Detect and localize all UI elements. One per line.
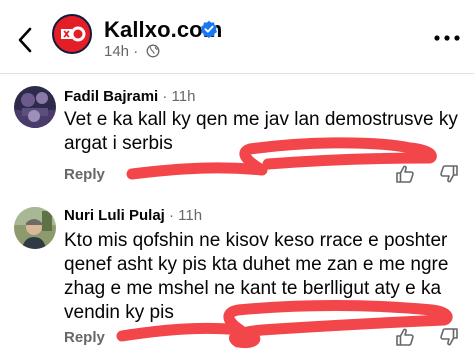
comment-text-line: qenef asht ky pis kta duhet me zan e me … xyxy=(64,254,449,275)
commenter-avatar[interactable] xyxy=(14,207,56,249)
commenter-avatar[interactable] xyxy=(14,86,56,128)
more-horizontal-icon[interactable] xyxy=(432,30,462,46)
thumbs-up-icon[interactable] xyxy=(394,163,416,185)
comment-text-line: zhag e me mshel ne kant te berlligut aty… xyxy=(64,278,442,299)
header-divider xyxy=(0,73,474,74)
thumbs-down-icon[interactable] xyxy=(438,326,460,348)
page-avatar[interactable] xyxy=(52,14,92,54)
comment-text-line: Kto mis qofshin ne kisov keso rrace e po… xyxy=(64,230,448,251)
reply-button[interactable]: Reply xyxy=(64,166,105,183)
comment-text-line: Vet e ka kall ky qen me jav lan demostru… xyxy=(64,109,458,130)
comment-text-line: vendin ky pis xyxy=(64,302,174,323)
thumbs-up-icon[interactable] xyxy=(394,326,416,348)
comment-time: · 11h xyxy=(162,88,196,105)
post-meta: 14h · xyxy=(104,43,160,60)
reply-button[interactable]: Reply xyxy=(64,329,105,346)
globe-icon xyxy=(146,44,160,58)
comment-text-line: argat i serbis xyxy=(64,133,173,154)
verified-badge-icon xyxy=(201,20,217,38)
comment-time: · 11h xyxy=(169,207,203,224)
thumbs-down-icon[interactable] xyxy=(438,163,460,185)
comment-author[interactable]: Nuri Luli Pulaj · 11h xyxy=(64,207,202,224)
post-header: Kallxo.com 14h · xyxy=(0,0,474,72)
comment-author[interactable]: Fadil Bajrami · 11h xyxy=(64,88,195,105)
chevron-left-icon[interactable] xyxy=(14,26,38,54)
meta-separator: · xyxy=(133,43,139,60)
post-time[interactable]: 14h xyxy=(104,43,129,60)
kallxo-logo-icon xyxy=(54,16,90,52)
